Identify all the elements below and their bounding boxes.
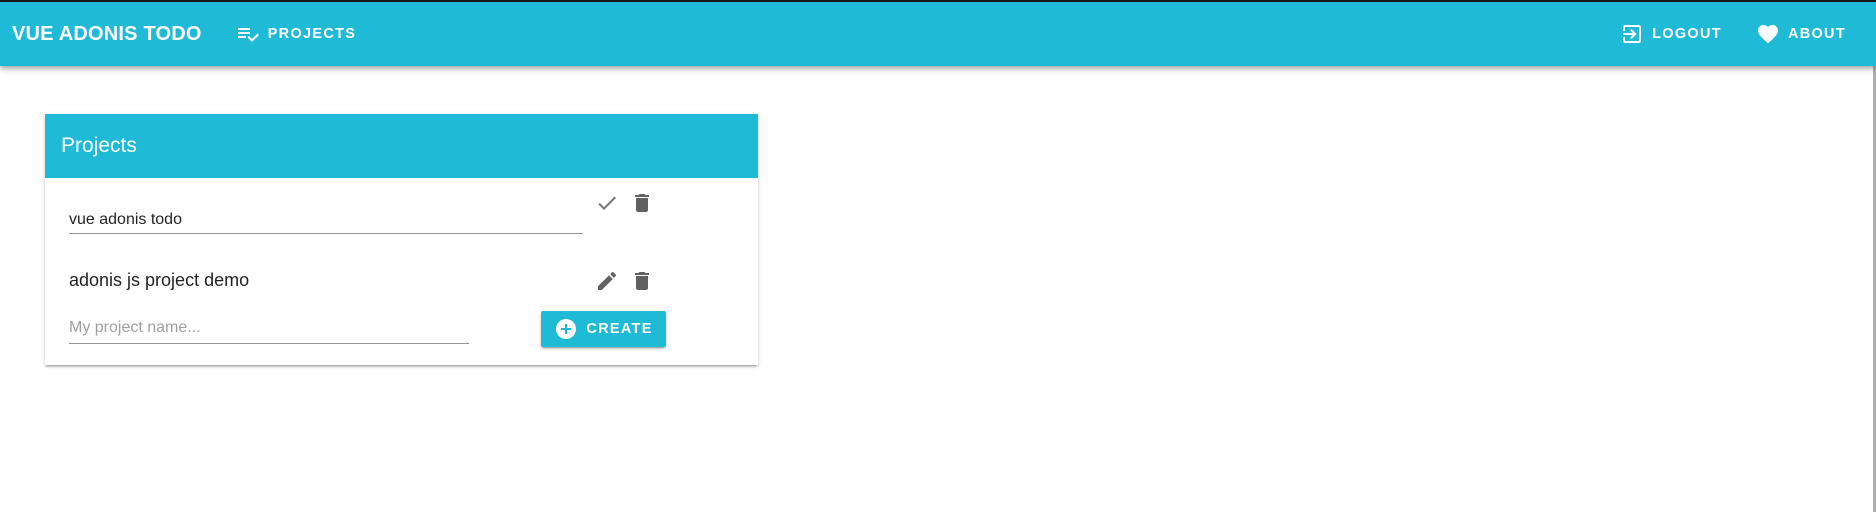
playlist-check-icon <box>237 28 259 42</box>
trash-icon <box>635 272 649 290</box>
app-toolbar: VUE ADONIS TODO PROJECTS LOGOUT ABOUT <box>0 2 1876 66</box>
new-project-input[interactable] <box>69 314 469 342</box>
project-name-edit-field[interactable]: vue adonis todo <box>69 210 583 234</box>
project-name-edit-value: vue adonis todo <box>69 211 182 228</box>
trash-icon <box>635 194 649 212</box>
save-project-button[interactable] <box>595 191 619 215</box>
edit-project-button[interactable] <box>595 269 619 293</box>
delete-project-button[interactable] <box>630 269 654 293</box>
about-label: ABOUT <box>1787 26 1846 42</box>
about-button[interactable]: ABOUT <box>1746 14 1856 54</box>
delete-project-button[interactable] <box>630 191 654 215</box>
projects-card-header: Projects <box>45 114 758 178</box>
plus-circle-icon <box>556 319 577 339</box>
new-project-field <box>69 314 469 344</box>
logout-button[interactable]: LOGOUT <box>1610 14 1732 54</box>
projects-nav-label: PROJECTS <box>267 26 357 42</box>
projects-card: Projects vue adonis todo adonis js proje… <box>45 114 758 365</box>
app-title: VUE ADONIS TODO <box>12 22 202 45</box>
pencil-icon <box>598 271 617 290</box>
heart-icon <box>1757 25 1778 44</box>
projects-nav-button[interactable]: PROJECTS <box>226 14 367 54</box>
project-name: adonis js project demo <box>69 270 250 290</box>
create-button-label: CREATE <box>586 321 653 337</box>
projects-card-title: Projects <box>61 134 137 157</box>
logout-label: LOGOUT <box>1652 26 1722 42</box>
exit-to-app-icon <box>1623 25 1642 43</box>
check-icon <box>598 196 616 210</box>
create-project-button[interactable]: CREATE <box>541 311 666 347</box>
